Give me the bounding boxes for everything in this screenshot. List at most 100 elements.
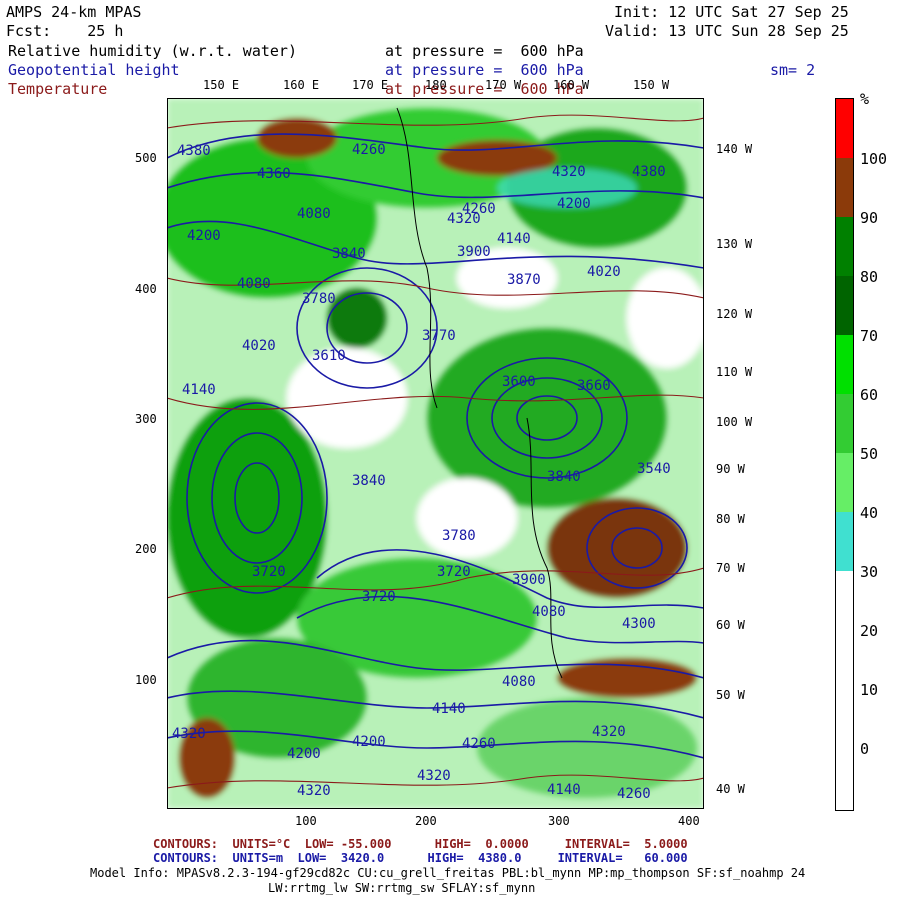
lon-label-right: 130 W — [716, 237, 753, 251]
colorbar-label: 0 — [860, 740, 870, 758]
model-info-line-2: LW:rrtmg_lw SW:rrtmg_sw SFLAY:sf_mynn — [268, 881, 536, 895]
y-tick: 400 — [135, 282, 157, 296]
lon-label-top: 150 E — [203, 78, 240, 92]
lon-label-right: 40 W — [716, 782, 745, 796]
height-label: 3660 — [577, 378, 611, 394]
colorbar-segment — [836, 158, 853, 217]
model-title: AMPS 24-km MPAS — [6, 3, 142, 21]
height-label: 4260 — [617, 786, 651, 802]
field-name-rh: Relative humidity (w.r.t. water) — [8, 42, 297, 60]
height-label: 4080 — [502, 674, 536, 690]
height-label: 3540 — [637, 461, 671, 477]
lon-label-right: 120 W — [716, 307, 753, 321]
colorbar-label: 10 — [860, 681, 879, 699]
height-label: 4200 — [287, 746, 321, 762]
field-pressure-rh: at pressure = 600 hPa — [385, 42, 584, 60]
lon-label-right: 80 W — [716, 512, 745, 526]
height-label: 3840 — [352, 473, 386, 489]
height-label: 3720 — [252, 564, 286, 580]
height-label: 4320 — [297, 783, 331, 799]
colorbar-segment — [836, 99, 853, 158]
colorbar-segment — [836, 217, 853, 276]
height-label: 3840 — [547, 469, 581, 485]
forecast-hour: Fcst: 25 h — [6, 22, 124, 40]
lon-label-top: 180 — [425, 78, 447, 92]
colorbar-label: 20 — [860, 622, 879, 640]
height-label: 4360 — [257, 166, 291, 182]
height-label: 4320 — [447, 211, 481, 227]
lon-label-top: 150 W — [633, 78, 670, 92]
height-label: 4140 — [182, 382, 216, 398]
humidity-map: 4380 4360 4260 4080 4200 4080 4320 4200 … — [167, 98, 704, 809]
lon-label-top: 170 W — [485, 78, 522, 92]
lon-label-right: 70 W — [716, 561, 745, 575]
height-label: 4320 — [592, 724, 626, 740]
height-label: 3720 — [362, 589, 396, 605]
height-label: 3770 — [422, 328, 456, 344]
height-label: 4380 — [632, 164, 666, 180]
lon-label-top: 160 E — [283, 78, 320, 92]
height-label: 3610 — [312, 348, 346, 364]
valid-time: Valid: 13 UTC Sun 28 Sep 25 — [605, 22, 849, 40]
colorbar-segment — [836, 276, 853, 335]
height-label: 4080 — [237, 276, 271, 292]
x-tick: 200 — [415, 814, 437, 828]
y-tick: 500 — [135, 151, 157, 165]
height-label: 4380 — [177, 143, 211, 159]
height-label: 3840 — [332, 246, 366, 262]
colorbar-segment — [836, 453, 853, 512]
lon-label-top: 170 E — [352, 78, 389, 92]
model-info-line-1: Model Info: MPASv8.2.3-194-gf29cd82c CU:… — [90, 866, 806, 880]
height-label: 3900 — [512, 572, 546, 588]
height-label: 3900 — [457, 244, 491, 260]
temperature-contour-info: CONTOURS: UNITS=°C LOW= -55.000 HIGH= 0.… — [153, 837, 688, 851]
x-tick: 400 — [678, 814, 700, 828]
height-label: 3780 — [442, 528, 476, 544]
height-label: 4140 — [547, 782, 581, 798]
height-label: 3780 — [302, 291, 336, 307]
field-name-height: Geopotential height — [8, 61, 180, 79]
height-label: 3720 — [437, 564, 471, 580]
height-label: 4200 — [352, 734, 386, 750]
colorbar-label: 80 — [860, 268, 879, 286]
smoothing-label: sm= 2 — [770, 61, 816, 79]
height-label: 4140 — [432, 701, 466, 717]
height-label: 4020 — [587, 264, 621, 280]
colorbar-segment — [836, 335, 853, 394]
colorbar — [835, 98, 854, 811]
height-label: 4320 — [417, 768, 451, 784]
y-tick: 300 — [135, 412, 157, 426]
y-tick: 200 — [135, 542, 157, 556]
colorbar-segment — [836, 512, 853, 571]
height-label: 4260 — [352, 142, 386, 158]
colorbar-label: 90 — [860, 209, 879, 227]
height-label: 3870 — [507, 272, 541, 288]
height-label: 4320 — [552, 164, 586, 180]
height-contour-info: CONTOURS: UNITS=m LOW= 3420.0 HIGH= 4380… — [153, 851, 688, 865]
height-label: 4260 — [462, 736, 496, 752]
colorbar-label: 30 — [860, 563, 879, 581]
height-label: 3600 — [502, 374, 536, 390]
colorbar-label: 100 — [860, 150, 888, 168]
colorbar-segment — [836, 394, 853, 453]
colorbar-unit: % — [860, 90, 870, 108]
colorbar-label: 40 — [860, 504, 879, 522]
height-label: 4080 — [297, 206, 331, 222]
y-tick: 100 — [135, 673, 157, 687]
colorbar-label: 60 — [860, 386, 879, 404]
height-label: 4020 — [242, 338, 276, 354]
init-time: Init: 12 UTC Sat 27 Sep 25 — [614, 3, 849, 21]
colorbar-label: 50 — [860, 445, 879, 463]
lon-label-right: 50 W — [716, 688, 745, 702]
lon-label-right: 100 W — [716, 415, 753, 429]
height-label: 4140 — [497, 231, 531, 247]
lon-label-right: 60 W — [716, 618, 745, 632]
height-label: 4200 — [557, 196, 591, 212]
height-label: 4080 — [532, 604, 566, 620]
field-name-temperature: Temperature — [8, 80, 108, 98]
height-label: 4320 — [172, 726, 206, 742]
height-label: 4200 — [187, 228, 221, 244]
colorbar-label: 70 — [860, 327, 879, 345]
height-label: 4300 — [622, 616, 656, 632]
x-tick: 300 — [548, 814, 570, 828]
